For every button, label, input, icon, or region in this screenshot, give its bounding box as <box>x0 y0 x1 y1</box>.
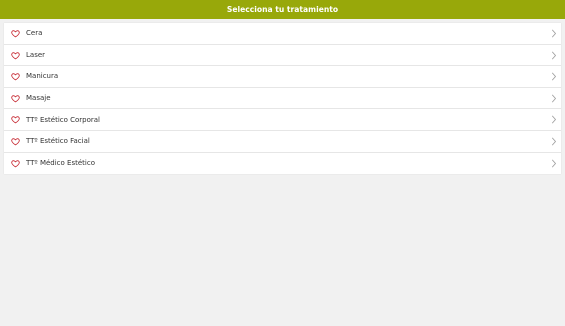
heart-outline-icon <box>11 51 20 59</box>
chevron-right-icon <box>552 116 556 124</box>
list-item-tt-estetico-corporal[interactable]: TTº Estético Corporal <box>4 109 561 131</box>
chevron-right-icon <box>552 159 556 167</box>
page-title: Selecciona tu tratamiento <box>226 5 339 14</box>
heart-outline-icon <box>11 73 20 81</box>
heart-outline-icon <box>11 30 20 38</box>
chevron-right-icon <box>552 137 556 146</box>
list-item-masaje[interactable]: Masaje <box>4 88 561 110</box>
heart-outline-icon <box>11 159 20 167</box>
list-item-manicura[interactable]: Manicura <box>4 66 561 88</box>
list-item-label: Masaje <box>26 94 51 103</box>
chevron-right-icon <box>552 29 556 38</box>
list-item-label: TTº Estético Facial <box>26 137 90 146</box>
treatment-list: Cera Laser Manicura Masaje TTº Estético … <box>4 23 561 175</box>
list-item-label: Manicura <box>26 72 59 81</box>
chevron-right-icon <box>552 72 556 81</box>
heart-outline-icon <box>11 95 20 103</box>
list-item-label: Laser <box>26 50 46 59</box>
list-item-label: TTº Médico Estético <box>26 159 95 168</box>
chevron-right-icon <box>552 94 556 103</box>
chevron-right-icon <box>552 51 556 59</box>
list-item-tt-estetico-facial[interactable]: TTº Estético Facial <box>4 131 561 153</box>
list-item-laser[interactable]: Laser <box>4 45 561 67</box>
list-item-tt-medico-estetico[interactable]: TTº Médico Estético <box>4 153 561 175</box>
list-item-label: TTº Estético Corporal <box>26 115 101 124</box>
page-header: Selecciona tu tratamiento <box>0 0 565 19</box>
list-item-label: Cera <box>26 29 43 38</box>
list-item-cera[interactable]: Cera <box>4 23 561 45</box>
heart-outline-icon <box>11 116 20 124</box>
heart-outline-icon <box>11 138 20 146</box>
